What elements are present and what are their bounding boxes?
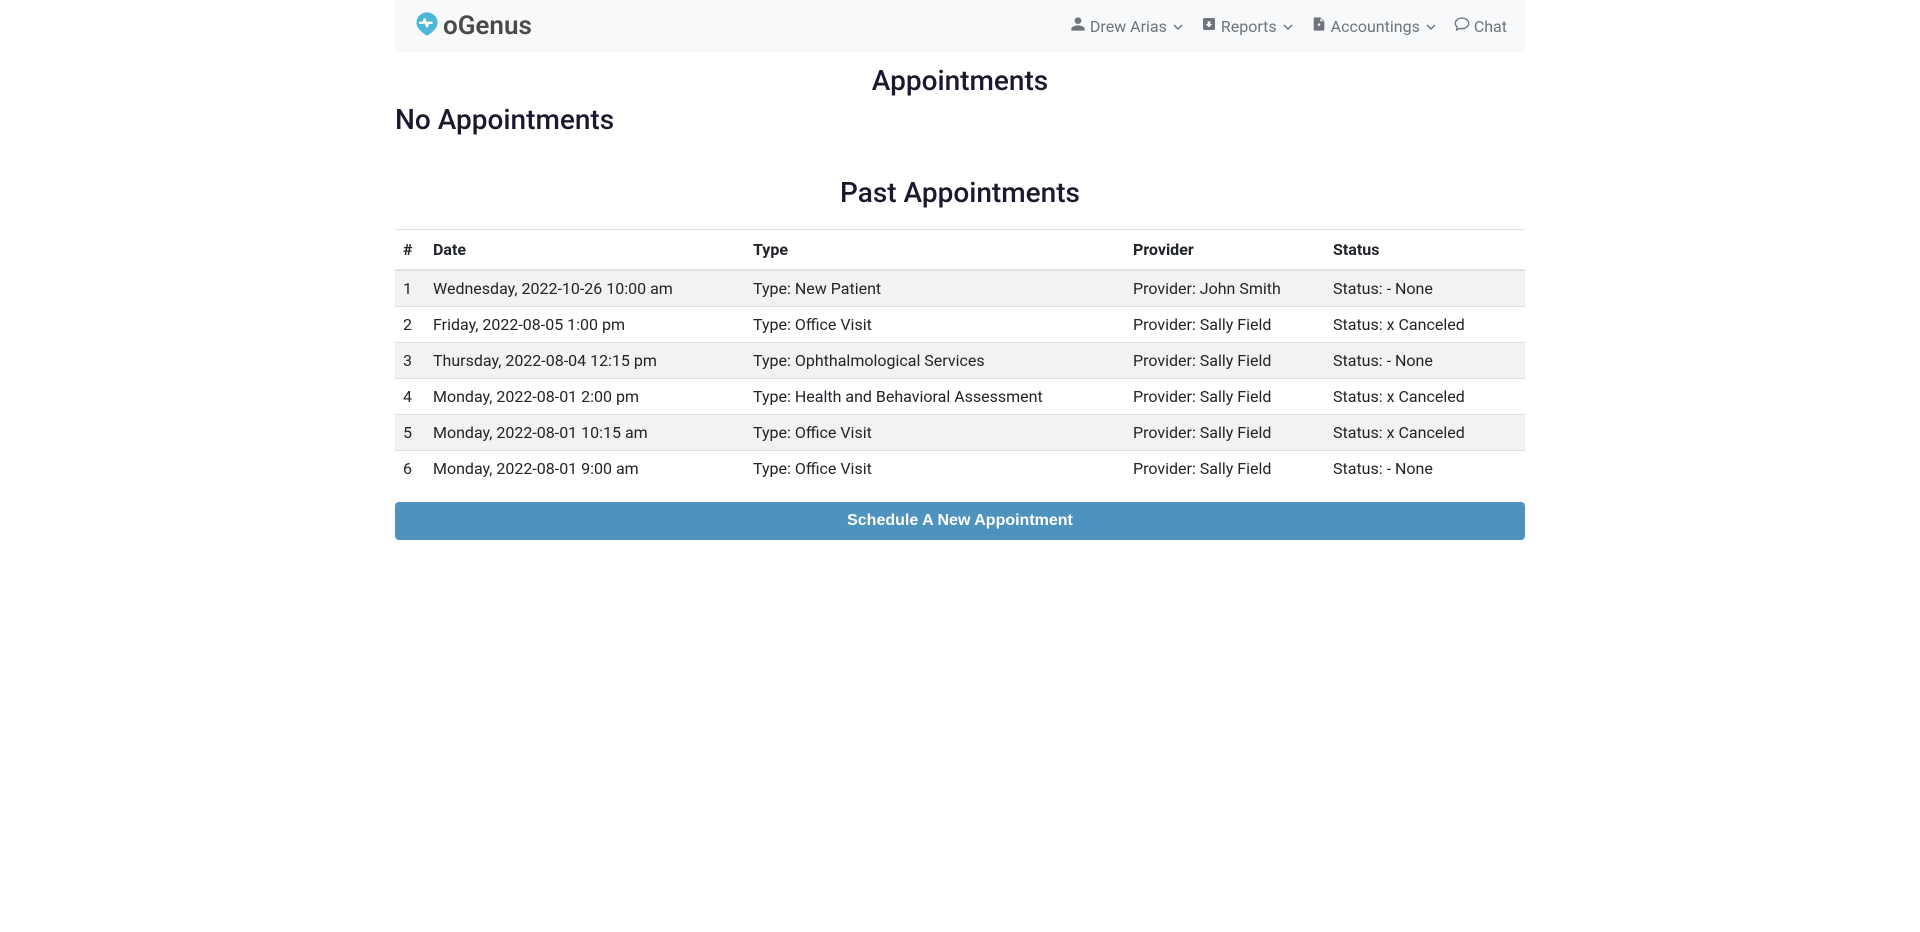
cell-status: Status: - None bbox=[1325, 270, 1525, 307]
cell-date: Thursday, 2022-08-04 12:15 pm bbox=[425, 343, 745, 379]
schedule-new-appointment-button[interactable]: Schedule A New Appointment bbox=[395, 502, 1525, 540]
col-header-type: Type bbox=[745, 230, 1125, 271]
cell-date: Friday, 2022-08-05 1:00 pm bbox=[425, 307, 745, 343]
cell-type: Type: Office Visit bbox=[745, 307, 1125, 343]
col-header-provider: Provider bbox=[1125, 230, 1325, 271]
cell-provider: Provider: Sally Field bbox=[1125, 451, 1325, 487]
appointments-title: Appointments bbox=[395, 64, 1525, 97]
cell-num: 6 bbox=[395, 451, 425, 487]
cell-type: Type: Office Visit bbox=[745, 415, 1125, 451]
brand[interactable]: oGenus bbox=[395, 10, 532, 42]
cell-num: 4 bbox=[395, 379, 425, 415]
nav-reports-label: Reports bbox=[1221, 17, 1277, 36]
chat-icon bbox=[1454, 16, 1474, 36]
cell-status: Status: x Canceled bbox=[1325, 307, 1525, 343]
col-header-status: Status bbox=[1325, 230, 1525, 271]
nav-chat-link[interactable]: Chat bbox=[1454, 16, 1507, 36]
cell-type: Type: Health and Behavioral Assessment bbox=[745, 379, 1125, 415]
cell-status: Status: - None bbox=[1325, 451, 1525, 487]
caret-down-icon bbox=[1420, 17, 1436, 36]
cell-provider: Provider: Sally Field bbox=[1125, 343, 1325, 379]
col-header-date: Date bbox=[425, 230, 745, 271]
cell-type: Type: Office Visit bbox=[745, 451, 1125, 487]
past-appointments-table: # Date Type Provider Status 1Wednesday, … bbox=[395, 229, 1525, 486]
nav-links: Drew Arias Reports Accountings bbox=[1052, 16, 1525, 36]
table-row: 6Monday, 2022-08-01 9:00 amType: Office … bbox=[395, 451, 1525, 487]
col-header-num: # bbox=[395, 230, 425, 271]
cell-status: Status: x Canceled bbox=[1325, 379, 1525, 415]
no-appointments-heading: No Appointments bbox=[395, 103, 1525, 136]
table-header-row: # Date Type Provider Status bbox=[395, 230, 1525, 271]
nav-accountings-label: Accountings bbox=[1331, 17, 1420, 36]
past-appointments-title: Past Appointments bbox=[395, 176, 1525, 209]
table-row: 5Monday, 2022-08-01 10:15 amType: Office… bbox=[395, 415, 1525, 451]
cell-num: 3 bbox=[395, 343, 425, 379]
cell-num: 1 bbox=[395, 270, 425, 307]
cell-provider: Provider: John Smith bbox=[1125, 270, 1325, 307]
download-icon bbox=[1201, 16, 1221, 36]
cell-num: 5 bbox=[395, 415, 425, 451]
cell-type: Type: New Patient bbox=[745, 270, 1125, 307]
cell-status: Status: x Canceled bbox=[1325, 415, 1525, 451]
nav-user-dropdown[interactable]: Drew Arias bbox=[1070, 16, 1183, 36]
cell-status: Status: - None bbox=[1325, 343, 1525, 379]
user-icon bbox=[1070, 16, 1090, 36]
cell-num: 2 bbox=[395, 307, 425, 343]
table-row: 3Thursday, 2022-08-04 12:15 pmType: Opht… bbox=[395, 343, 1525, 379]
nav-chat-label: Chat bbox=[1474, 17, 1507, 36]
cell-provider: Provider: Sally Field bbox=[1125, 415, 1325, 451]
table-row: 1Wednesday, 2022-10-26 10:00 amType: New… bbox=[395, 270, 1525, 307]
navbar: oGenus Drew Arias Reports bbox=[395, 0, 1525, 52]
brand-logo-icon bbox=[413, 10, 443, 42]
nav-accountings-dropdown[interactable]: Accountings bbox=[1311, 16, 1436, 36]
cell-date: Wednesday, 2022-10-26 10:00 am bbox=[425, 270, 745, 307]
cell-date: Monday, 2022-08-01 2:00 pm bbox=[425, 379, 745, 415]
file-icon bbox=[1311, 16, 1331, 36]
nav-reports-dropdown[interactable]: Reports bbox=[1201, 16, 1293, 36]
caret-down-icon bbox=[1167, 17, 1183, 36]
table-row: 2Friday, 2022-08-05 1:00 pmType: Office … bbox=[395, 307, 1525, 343]
cell-provider: Provider: Sally Field bbox=[1125, 379, 1325, 415]
nav-user-label: Drew Arias bbox=[1090, 17, 1167, 36]
caret-down-icon bbox=[1277, 17, 1293, 36]
cell-provider: Provider: Sally Field bbox=[1125, 307, 1325, 343]
brand-text: oGenus bbox=[443, 11, 532, 41]
cell-type: Type: Ophthalmological Services bbox=[745, 343, 1125, 379]
cell-date: Monday, 2022-08-01 10:15 am bbox=[425, 415, 745, 451]
cell-date: Monday, 2022-08-01 9:00 am bbox=[425, 451, 745, 487]
table-row: 4Monday, 2022-08-01 2:00 pmType: Health … bbox=[395, 379, 1525, 415]
